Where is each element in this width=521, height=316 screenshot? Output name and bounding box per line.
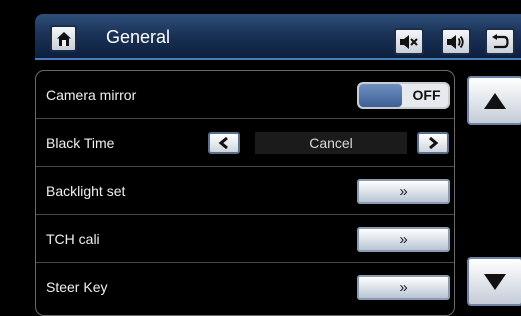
home-button[interactable] (50, 25, 77, 52)
toggle-knob (359, 84, 402, 107)
home-icon (56, 31, 71, 46)
chevron-right-icon (429, 137, 439, 149)
setting-row-tch-cali: TCH cali » (36, 215, 454, 263)
setting-row-backlight-set: Backlight set » (36, 167, 454, 215)
steer-key-button[interactable]: » (357, 275, 450, 300)
return-icon (492, 33, 509, 48)
toggle-state: OFF (412, 87, 441, 103)
black-time-prev-button[interactable] (208, 132, 240, 154)
setting-label: Camera mirror (46, 87, 137, 103)
tch-cali-button[interactable]: » (357, 227, 450, 252)
setting-row-steer-key: Steer Key » (36, 263, 454, 311)
setting-label: TCH cali (46, 231, 100, 247)
scroll-down-button[interactable] (467, 257, 521, 306)
header-bar: General (35, 14, 521, 60)
camera-mirror-toggle[interactable]: OFF (357, 82, 450, 109)
chevron-left-icon (218, 137, 228, 149)
page-title: General (106, 27, 171, 47)
mute-button[interactable] (394, 28, 424, 55)
speaker-volume-icon (447, 34, 464, 49)
scroll-up-button[interactable] (467, 76, 521, 125)
triangle-down-icon (484, 273, 506, 290)
speaker-mute-icon (400, 34, 418, 49)
setting-row-camera-mirror: Camera mirror OFF (36, 71, 454, 119)
back-button[interactable] (485, 28, 515, 55)
backlight-set-button[interactable]: » (357, 179, 450, 204)
triangle-up-icon (484, 92, 506, 109)
volume-button[interactable] (441, 28, 471, 55)
setting-label: Backlight set (46, 183, 126, 199)
black-time-value: Cancel (255, 132, 407, 154)
setting-row-black-time: Black Time Cancel (36, 119, 454, 167)
black-time-next-button[interactable] (417, 132, 449, 154)
setting-label: Black Time (46, 135, 115, 151)
setting-label: Steer Key (46, 279, 108, 295)
